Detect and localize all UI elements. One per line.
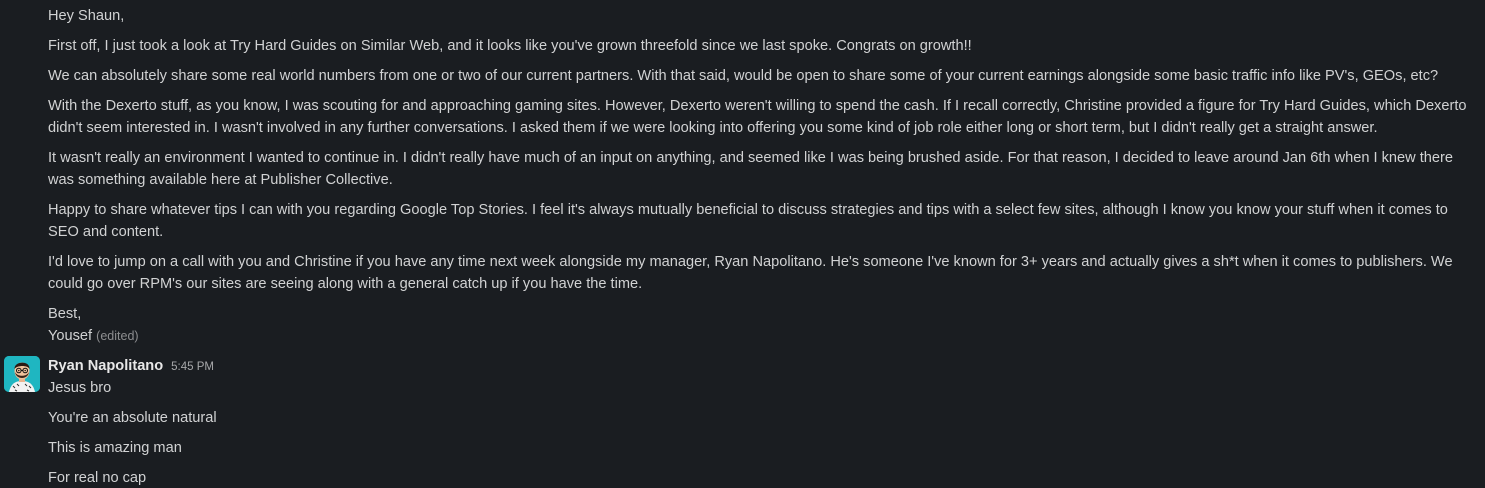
- message-timestamp[interactable]: 5:45 PM: [171, 356, 214, 378]
- message-paragraph: It wasn't really an environment I wanted…: [48, 150, 1453, 188]
- message-body-yousef: Hey Shaun, First off, I just took a look…: [48, 5, 1475, 347]
- message-paragraph: First off, I just took a look at Try Har…: [48, 38, 972, 54]
- message-paragraph: I'd love to jump on a call with you and …: [48, 254, 1453, 292]
- message-body-ryan: Jesus bro You're an absolute natural Thi…: [48, 377, 1475, 488]
- author-name[interactable]: Ryan Napolitano: [48, 355, 163, 377]
- message-line: You're an absolute natural: [48, 410, 217, 426]
- signoff-name: Yousef: [48, 328, 93, 344]
- message-paragraph: Hey Shaun,: [48, 8, 125, 24]
- signoff: Best, Yousef (edited): [48, 303, 1475, 347]
- signoff-line: Best,: [48, 306, 82, 322]
- edited-label: (edited): [96, 329, 139, 343]
- message-line: For real no cap: [48, 470, 147, 486]
- message-line: Jesus bro: [48, 380, 112, 396]
- message-paragraph: Happy to share whatever tips I can with …: [48, 202, 1448, 240]
- message-paragraph: We can absolutely share some real world …: [48, 68, 1439, 84]
- cartoon-man-avatar-icon[interactable]: [4, 356, 40, 392]
- message-paragraph: With the Dexerto stuff, as you know, I w…: [48, 98, 1467, 136]
- message-header: Ryan Napolitano 5:45 PM: [48, 355, 214, 378]
- message-line: This is amazing man: [48, 440, 182, 456]
